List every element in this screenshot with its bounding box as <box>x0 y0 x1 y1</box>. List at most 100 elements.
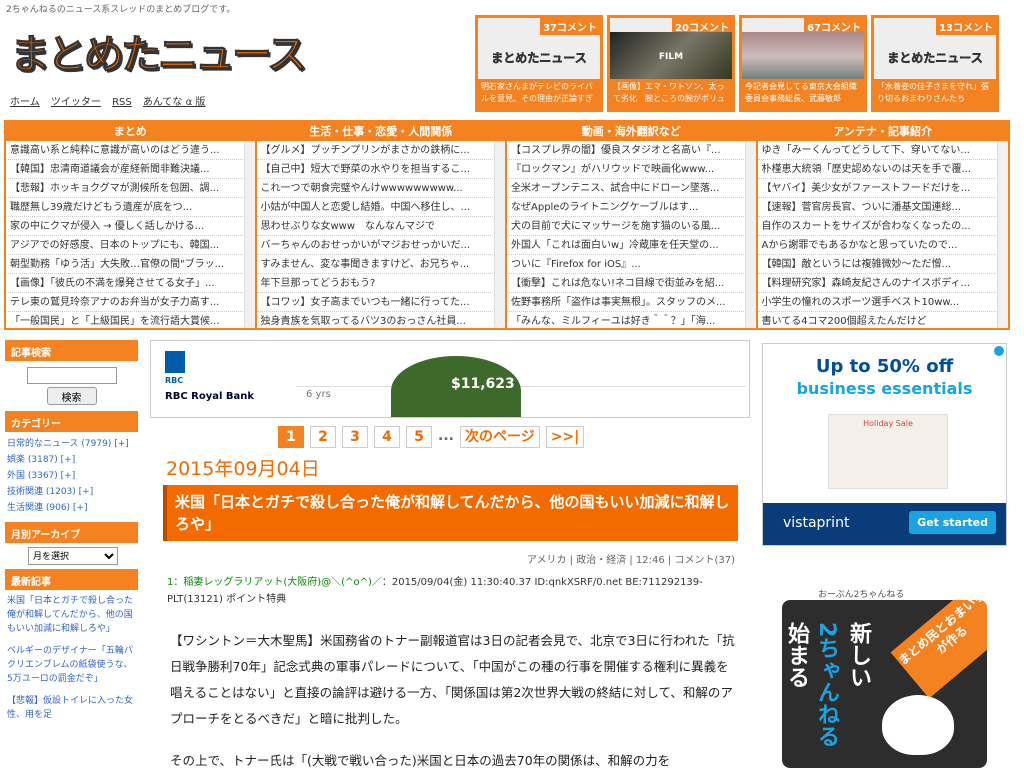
grid-link[interactable]: 小学生の憧れのスポーツ選手ベスト10ww... <box>757 293 996 312</box>
grid-link[interactable]: 【悲報】ホッキョクグマが測候所を包囲、調... <box>6 179 243 198</box>
thumb-image: まとめたニュース <box>491 50 587 65</box>
last-page-link[interactable]: >>| <box>545 426 585 448</box>
grid-link[interactable]: 意識高い系と純粋に意識が高いのはどう違う... <box>6 141 243 160</box>
open2ch-banner[interactable]: まとめ民とおまいらが作る 新しい 2ちゃんねる 始まる <box>782 600 987 768</box>
recent-article-link[interactable]: 【悲報】仮設トイレに入った女性、用を足 <box>7 694 136 722</box>
month-select[interactable]: 月を選択 <box>28 547 118 565</box>
grid-link[interactable]: バーちゃんのおせっかいがマジおせっかいだ... <box>256 236 493 255</box>
category-link[interactable]: 娯楽 (3187) [+] <box>7 452 136 468</box>
get-started-button[interactable]: Get started <box>909 511 996 534</box>
grid-link[interactable]: Aから謝罪でもあるかなと思っていたので... <box>757 236 996 255</box>
grid-link[interactable]: 【料理研究家】森崎友紀さんのナイスボディ... <box>757 274 996 293</box>
scrollbar[interactable] <box>744 141 756 328</box>
page-link[interactable]: 5 <box>406 426 432 448</box>
grid-link[interactable]: 【衝撃】これは危ない!ネコ目線で街並みを紹... <box>507 274 744 293</box>
grid-link[interactable]: 【グルメ】プッチンプリンがまさかの鉄柄に... <box>256 141 493 160</box>
grid-list: 【コスプレ界の闇】優良スタジオと名高い『... 『ロックマン』がハリウッドで映画… <box>507 141 756 328</box>
grid-link[interactable]: 【コワッ】女子高までいつも一緒に行ってた... <box>256 293 493 312</box>
grid-column: まとめ 意識高い系と純粋に意識が高いのはどう違う... 【韓国】忠清南道議会が産… <box>6 122 257 328</box>
grid-link[interactable]: 自作のスカートをサイズが合わなくなったの... <box>757 217 996 236</box>
grid-link[interactable]: 独身貴族を気取ってるバツ3のおっさん社員... <box>257 312 494 328</box>
article-title[interactable]: 米国「日本とガチで殺し合った俺が和解してんだから、他の国もいい加減に和解しろや」 <box>163 485 738 541</box>
banner-label: おーぷん2ちゃんねる <box>818 590 905 600</box>
grid-link[interactable]: 「みんな、ミルフィーユは好き＾＾？」「海... <box>507 312 744 328</box>
grid-link[interactable]: 「一般国民」と「上級国民」を流行語大賞候... <box>6 312 243 328</box>
nav-twitter-link[interactable]: ツイッター <box>51 97 101 108</box>
grid-link[interactable]: 【自己中】短大で野菜の水やりを担当するこ... <box>256 160 493 179</box>
thumb-caption[interactable]: 今記者会見してる東京大会組織委員会事務総長、武藤敏郎 <box>742 79 864 109</box>
grid-link[interactable]: 書いてる4コマ200個超えたんだけど <box>758 312 997 328</box>
grid-link[interactable]: 職歴無し39歳だけどもう遺産が底をつ... <box>6 198 243 217</box>
grid-link[interactable]: 思わせぶりな女www なんなんマジで <box>256 217 493 236</box>
banner-text-1: 新しい <box>846 622 871 688</box>
grid-link[interactable]: 朴槿恵大統領「歴史認めないのは天を手で覆... <box>757 160 996 179</box>
scrollbar[interactable] <box>997 141 1008 328</box>
grid-link[interactable]: 外国人「これは面白いw」冷蔵庫を任天堂の... <box>507 236 744 255</box>
grid-link[interactable]: 年下旦那ってどうおもう? <box>256 274 493 293</box>
grid-link[interactable]: 朝型勤務「ゆう活」大失敗…官僚の間"ブラッ... <box>6 255 243 274</box>
grid-link[interactable]: 家の中にクマが侵入 → 優しく話しかける... <box>6 217 243 236</box>
grid-link[interactable]: 【韓国】敵というには複雑微妙〜ただ憎... <box>757 255 996 274</box>
nav-rss-link[interactable]: RSS <box>112 97 132 108</box>
thumb-caption[interactable]: 「水着姿の佳子さまを守れ」張り切るおまわりさんたち <box>874 79 996 109</box>
search-input[interactable] <box>26 367 117 384</box>
grid-link[interactable]: ゆき「みーくんってどうして下、穿いてない... <box>757 141 996 160</box>
recent-list: 米国「日本とガチで殺し合った俺が和解してんだから、他の国もいい加減に和解しろや」… <box>5 590 138 736</box>
thumb-image: まとめたニュース <box>887 50 983 65</box>
page-link[interactable]: 3 <box>342 426 368 448</box>
grid-link[interactable]: すみません、変な事聞きますけど、お兄ちゃ... <box>256 255 493 274</box>
thumb-caption[interactable]: 【画像】エマ・ワトソン、太って劣化 腕ところの腕がボリュー <box>610 79 732 109</box>
grid-link[interactable]: 【韓国】忠清南道議会が産経新聞非難決議... <box>6 160 243 179</box>
grid-link[interactable]: 【ヤバイ】美少女がファーストフードだけを... <box>757 179 996 198</box>
pagination: 1 2 3 4 5 ... 次のページ >>| <box>278 426 750 448</box>
grid-link[interactable]: 犬の目前で犬にマッサージを施す猫のいる風... <box>507 217 744 236</box>
grid-link[interactable]: ついに『Firefox for iOS』... <box>507 255 744 274</box>
category-link[interactable]: 生活関連 (906) [+] <box>7 500 136 516</box>
vistaprint-ad[interactable]: Up to 50% off business essentials Holida… <box>762 343 1007 546</box>
grid-link[interactable]: 【コスプレ界の闇】優良スタジオと名高い『... <box>507 141 744 160</box>
next-page-link[interactable]: 次のページ <box>459 426 540 448</box>
lion-icon <box>165 351 185 373</box>
nav-home-link[interactable]: ホーム <box>10 97 40 108</box>
grid-link[interactable]: テレ東の鷲見玲奈アナのお弁当が女子力高す... <box>6 293 243 312</box>
grid-link[interactable]: 【画像】「彼氏の不満を爆発させてる女子」... <box>6 274 243 293</box>
grid-link[interactable]: 小姑が中国人と恋愛し結婚。中国へ移住し、... <box>256 198 493 217</box>
featured-thumb[interactable]: 13コメント まとめたニュース 「水着姿の佳子さまを守れ」張り切るおまわりさんた… <box>871 15 999 112</box>
grid-link[interactable]: 佐野事務所「盗作は事実無根」。スタッフのメ... <box>507 293 744 312</box>
article-meta[interactable]: アメリカ | 政治・経済 | 12:46 | コメント(37) <box>150 551 735 566</box>
category-link[interactable]: 日常的なニュース (7979) [+] <box>7 436 136 452</box>
grid-link[interactable]: 全米オープンテニス、試合中にドローン墜落... <box>507 179 744 198</box>
main-content: RBC RBC Royal Bank 6 yrs $11,623 1 2 3 4… <box>150 340 750 768</box>
category-link[interactable]: 技術関連 (1203) [+] <box>7 484 136 500</box>
site-logo[interactable]: まとめたニュース <box>10 22 308 80</box>
banner-ribbon: まとめ民とおまいらが作る <box>890 600 987 699</box>
featured-thumb[interactable]: 67コメント 今記者会見してる東京大会組織委員会事務総長、武藤敏郎 <box>739 15 867 112</box>
page-link[interactable]: 4 <box>374 426 400 448</box>
featured-thumb[interactable]: 37コメント まとめたニュース 明石家さんまがテレビのライバルを意見、その理由が… <box>475 15 603 112</box>
grid-link[interactable]: 【速報】菅官房長官、ついに潘基文国連総... <box>757 198 996 217</box>
thumb-image <box>742 32 864 82</box>
grid-link[interactable]: これ一つで朝食完璧やんけwwwwwwwww... <box>256 179 493 198</box>
featured-thumb[interactable]: 20コメント FILM 【画像】エマ・ワトソン、太って劣化 腕ところの腕がボリュ… <box>607 15 735 112</box>
grid-link[interactable]: なぜAppleのライトニングケーブルはす... <box>507 198 744 217</box>
ad-info-icon[interactable] <box>994 346 1004 356</box>
recent-article-link[interactable]: 米国「日本とガチで殺し合った俺が和解してんだから、他の国もいい加減に和解しろや」 <box>7 594 136 636</box>
rbc-brand: RBC <box>165 376 184 385</box>
ad-years: 6 yrs <box>306 389 331 400</box>
scrollbar[interactable] <box>243 141 255 328</box>
grid-link[interactable]: アジアでの好感度、日本のトップにも、韓国... <box>6 236 243 255</box>
grid-column-title: まとめ <box>6 122 255 141</box>
page-link[interactable]: 2 <box>310 426 336 448</box>
search-heading: 記事検索 <box>5 340 138 361</box>
page-link[interactable]: 1 <box>278 426 304 448</box>
scrollbar[interactable] <box>494 141 505 328</box>
grid-link[interactable]: 『ロックマン』がハリウッドで映画化www... <box>507 160 744 179</box>
nav-antenna-link[interactable]: あんてな α 版 <box>143 97 205 108</box>
category-link[interactable]: 外国 (3367) [+] <box>7 468 136 484</box>
rbc-logo: RBC <box>165 351 185 385</box>
rbc-ad[interactable]: RBC RBC Royal Bank 6 yrs $11,623 <box>150 340 750 418</box>
search-button[interactable]: 検索 <box>46 387 97 405</box>
recent-article-link[interactable]: ベルギーのデザイナー「五輪パクリエンブレムの紙袋使うな、5万ユーロの罰金だぞ」 <box>7 644 136 686</box>
category-list: 日常的なニュース (7979) [+] 娯楽 (3187) [+] 外国 (33… <box>5 432 138 522</box>
thumb-caption[interactable]: 明石家さんまがテレビのライバルを意見、その理由が正論すぎ <box>478 79 600 109</box>
